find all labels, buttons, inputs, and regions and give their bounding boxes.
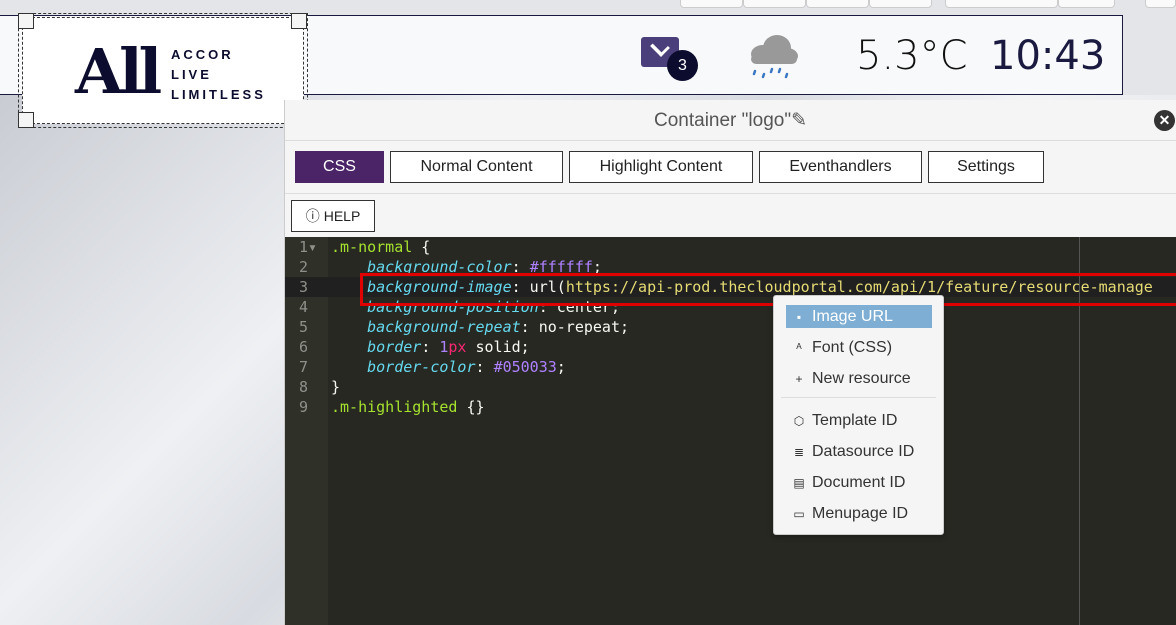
code-token: {} (457, 398, 485, 416)
menu-item-label: New resource (812, 369, 911, 387)
divider (285, 193, 1176, 194)
close-icon[interactable]: ✕ (1154, 110, 1175, 131)
menu-item-label: Image URL (812, 307, 893, 325)
line-number: 1▾ (298, 238, 317, 256)
resize-handle[interactable] (291, 13, 307, 29)
code-line[interactable]: 8 } (285, 377, 1176, 397)
menu-item-font-css[interactable]: ᴬ Font (CSS) (786, 336, 932, 359)
plus-icon: + (795, 371, 803, 386)
top-toolbar-group (1145, 0, 1176, 8)
tab-normal-content[interactable]: Normal Content (390, 151, 563, 183)
top-toolbar-group (945, 0, 1115, 8)
logo-mark: All (75, 35, 162, 108)
code-token: : no-repeat; (520, 318, 630, 336)
toolbar-button[interactable] (680, 0, 743, 8)
line-number: 3 (298, 278, 317, 296)
code-token: border-color (367, 358, 476, 376)
question-icon: ⓘ (305, 208, 320, 224)
help-button[interactable]: ⓘ HELP (291, 200, 375, 232)
code-token: #050033 (493, 358, 557, 376)
dialog-header: Container "logo"✎ ✕ (285, 100, 1176, 141)
code-token: background-repeat (367, 318, 521, 336)
line-number: 8 (298, 378, 317, 396)
code-line[interactable]: 1▾ .m-normal { (285, 237, 1176, 257)
code-line[interactable]: 9 .m-highlighted {} (285, 397, 1176, 417)
menu-item-template-id[interactable]: ⬡ Template ID (786, 409, 932, 432)
menu-item-label: Menupage ID (812, 504, 909, 522)
toolbar-button[interactable] (1058, 0, 1115, 8)
toolbar-button[interactable] (806, 0, 869, 8)
line-number: 7 (298, 358, 317, 376)
font-icon: ᴬ (796, 340, 802, 355)
logo-container[interactable]: All ACCOR LIVE LIMITLESS (18, 13, 308, 128)
resize-handle[interactable] (18, 13, 34, 29)
code-token: { (412, 238, 431, 256)
code-token: px (448, 338, 467, 356)
line-number: 2 (298, 258, 317, 276)
code-token: .m-highlighted (331, 398, 458, 416)
menu-item-datasource-id[interactable]: ≣ Datasource ID (786, 440, 932, 463)
tab-highlight-content[interactable]: Highlight Content (569, 151, 753, 183)
toolbar-button[interactable] (1145, 0, 1176, 8)
menu-item-document-id[interactable]: ▤ Document ID (786, 471, 932, 494)
code-line[interactable]: 7 border-color: #050033; (285, 357, 1176, 377)
mail-count-badge: 3 (667, 50, 698, 81)
code-token: } (331, 378, 341, 396)
code-token: : (421, 338, 440, 356)
cube-icon: ⬡ (793, 413, 805, 428)
code-token: solid; (466, 338, 530, 356)
rain-cloud-icon (751, 35, 798, 79)
resize-handle[interactable] (18, 112, 34, 128)
code-line[interactable]: 6 border: 1px solid; (285, 337, 1176, 357)
line-number: 5 (298, 318, 317, 336)
code-line[interactable]: 5 background-repeat: no-repeat; (285, 317, 1176, 337)
menu-item-label: Document ID (812, 473, 906, 491)
tab-bar: CSS Normal Content Highlight Content Eve… (295, 151, 1044, 183)
database-icon: ≣ (793, 444, 805, 459)
menu-item-image-url[interactable]: ▪ Image URL (786, 305, 932, 328)
image-icon: ▪ (796, 309, 802, 324)
toolbar-button[interactable] (945, 0, 1058, 8)
clock: 10:43 (990, 33, 1106, 79)
tab-settings[interactable]: Settings (928, 151, 1044, 183)
line-number: 9 (298, 398, 317, 416)
tab-eventhandlers[interactable]: Eventhandlers (759, 151, 922, 183)
css-code-editor[interactable]: 1▾ .m-normal {2 background-color: #ffffff… (285, 237, 1176, 625)
autocomplete-menu: ▪ Image URL ᴬ Font (CSS) + New resource ⬡ Templ… (773, 295, 944, 535)
highlight-box (360, 273, 1176, 306)
logo-word: LIVE (171, 67, 212, 82)
logo-word: ACCOR (171, 47, 234, 62)
menu-item-label: Template ID (812, 411, 898, 429)
code-token: border (367, 338, 422, 356)
code-token: : (475, 358, 494, 376)
container-dialog: Container "logo"✎ ✕ CSS Normal Content H… (284, 100, 1176, 625)
tv-icon: ▭ (793, 506, 805, 521)
toolbar-button[interactable] (743, 0, 806, 8)
code-token: ; (556, 358, 566, 376)
dialog-title: Container "logo" (654, 110, 792, 131)
code-token: .m-normal (331, 238, 413, 256)
menu-item-menupage-id[interactable]: ▭ Menupage ID (786, 502, 932, 525)
menu-item-label: Datasource ID (812, 442, 915, 460)
tab-css[interactable]: CSS (295, 151, 384, 183)
menu-item-label: Font (CSS) (812, 338, 893, 356)
help-label: HELP (323, 208, 361, 224)
menu-divider (781, 397, 936, 398)
toolbar-button[interactable] (869, 0, 932, 8)
document-icon: ▤ (793, 475, 805, 490)
line-number: 6 (298, 338, 317, 356)
temperature: 5.3°C (856, 33, 968, 79)
top-toolbar-group (680, 0, 932, 8)
logo-word: LIMITLESS (171, 87, 266, 102)
logo-text: ACCOR LIVE LIMITLESS (171, 45, 266, 105)
pencil-icon[interactable]: ✎ (791, 110, 807, 131)
line-number: 4 (298, 298, 317, 316)
menu-item-new-resource[interactable]: + New resource (786, 367, 932, 390)
